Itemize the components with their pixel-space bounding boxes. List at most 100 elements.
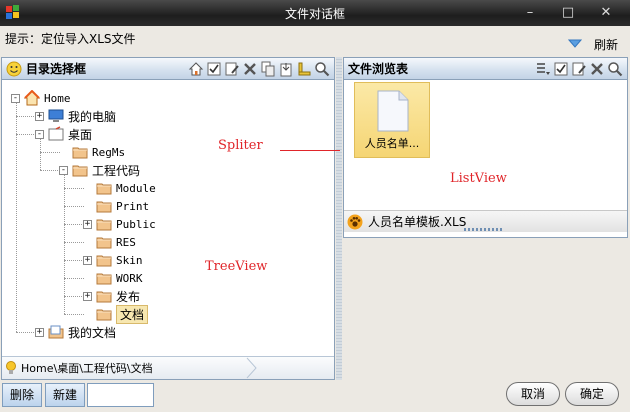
new-folder-icon[interactable] [296, 61, 312, 77]
folder-icon [96, 309, 112, 321]
file-info-bar: 人员名单模板.XLS [344, 210, 627, 232]
edit-icon[interactable] [224, 61, 240, 77]
maximize-button[interactable]: □ [556, 3, 580, 23]
file-browser-panel: 文件浏览表 人员名单... 人员名单模板.XLS [343, 57, 628, 238]
tree-node-label: WORK [116, 271, 143, 285]
search-icon[interactable] [314, 61, 330, 77]
ok-button[interactable]: 确定 [565, 382, 619, 406]
directory-toolbar [188, 61, 330, 77]
new-button[interactable]: 新建 [45, 383, 85, 407]
edit-icon[interactable] [571, 61, 587, 77]
tree-node-label: 发布 [116, 289, 141, 304]
delete-icon[interactable] [242, 61, 258, 77]
tree-connector [64, 188, 84, 189]
path-bar: Home\桌面\工程代码\文档 [2, 356, 334, 379]
current-path: Home\桌面\工程代码\文档 [21, 362, 153, 375]
tree-node[interactable]: 工程代码 [72, 161, 140, 179]
tree-node[interactable]: 发布 [96, 287, 140, 305]
directory-panel-header: 目录选择框 [2, 58, 334, 80]
tree-node-label: Print [116, 199, 150, 213]
tree-node[interactable]: Print [96, 197, 149, 215]
tree-guide-line [40, 139, 41, 170]
refresh-label: 刷新 [593, 37, 618, 52]
tree-node[interactable]: Skin [96, 251, 143, 269]
folder-icon [96, 201, 112, 213]
tree-node-label: 工程代码 [92, 163, 141, 178]
directory-panel-title: 目录选择框 [26, 62, 87, 76]
resize-grip[interactable] [464, 228, 504, 231]
tree-node-label: Skin [116, 253, 143, 267]
computer-icon [48, 109, 64, 122]
close-button[interactable]: ✕ [594, 3, 618, 23]
delete-icon[interactable] [589, 61, 605, 77]
expand-toggle[interactable]: + [83, 220, 92, 229]
tree-guide-line [16, 103, 17, 332]
check-icon[interactable] [206, 61, 222, 77]
tree-node[interactable]: 我的文档 [48, 323, 116, 341]
splitter-bar[interactable] [336, 57, 342, 380]
listview-annotation: ListView [450, 171, 507, 186]
tree-node-label: RES [116, 235, 136, 249]
tree-node[interactable]: RegMs [72, 143, 125, 161]
file-browser-toolbar [535, 61, 623, 77]
folder-icon [96, 237, 112, 249]
tree-node[interactable]: 我的电脑 [48, 107, 116, 125]
chevron-down-icon [567, 39, 582, 48]
folder-icon [96, 291, 112, 303]
view-list-icon[interactable] [535, 61, 551, 77]
tree-guide-line [64, 175, 65, 314]
selected-file-name: 人员名单模板.XLS [368, 215, 467, 229]
tree-connector [40, 170, 60, 171]
folder-icon [96, 255, 112, 267]
name-input[interactable] [87, 383, 154, 407]
tree-node-label: Home [44, 91, 71, 105]
chevron-right-icon [246, 357, 257, 379]
spliter-pointer-line [280, 150, 340, 151]
expand-toggle[interactable]: + [83, 256, 92, 265]
file-browser-header: 文件浏览表 [344, 58, 627, 80]
check-icon[interactable] [553, 61, 569, 77]
home-icon[interactable] [188, 61, 204, 77]
directory-panel: 目录选择框 - Home + 我的电脑 - 桌面 RegMs - 工程代码 Module Print… [1, 57, 335, 380]
treeview-annotation: TreeView [205, 259, 268, 274]
file-item[interactable]: 人员名单... [354, 82, 430, 158]
tree-node-label: 文档 [116, 304, 149, 324]
folder-icon [72, 147, 88, 159]
tree-node-label: 我的文档 [68, 325, 117, 340]
expand-toggle[interactable]: + [35, 112, 44, 121]
tree-node[interactable]: 桌面 [48, 125, 92, 143]
cancel-button[interactable]: 取消 [506, 382, 560, 406]
tree-connector [64, 242, 84, 243]
refresh-button[interactable]: 刷新 [567, 36, 618, 52]
tree-node[interactable]: RES [96, 233, 136, 251]
folder-icon [96, 219, 112, 231]
collapse-toggle[interactable]: - [59, 166, 68, 175]
search-icon[interactable] [607, 61, 623, 77]
expand-toggle[interactable]: + [35, 328, 44, 337]
tree-node[interactable]: Module [96, 179, 156, 197]
paw-icon [347, 214, 363, 229]
collapse-toggle[interactable]: - [11, 94, 20, 103]
tree-connector [40, 152, 60, 153]
desktop-icon [48, 126, 64, 141]
delete-button[interactable]: 删除 [2, 383, 42, 407]
home-icon [24, 90, 40, 106]
smiley-icon [6, 61, 22, 76]
file-browser-title: 文件浏览表 [348, 62, 409, 76]
paste-icon[interactable] [278, 61, 294, 77]
tree-connector [16, 332, 36, 333]
document-icon [377, 90, 409, 132]
minimize-button[interactable]: – [518, 3, 542, 23]
copy-icon[interactable] [260, 61, 276, 77]
tree-node[interactable]: Home [24, 89, 71, 107]
tree-node[interactable]: 文档 [96, 304, 149, 324]
collapse-toggle[interactable]: - [35, 130, 44, 139]
tree-node[interactable]: Public [96, 215, 156, 233]
tree-connector [64, 314, 84, 315]
lightbulb-icon [6, 361, 16, 374]
expand-toggle[interactable]: + [83, 292, 92, 301]
tree-node[interactable]: WORK [96, 269, 143, 287]
title-bar: 文件对话框 – □ ✕ [0, 0, 630, 26]
folder-icon [96, 183, 112, 195]
tree-connector [64, 278, 84, 279]
